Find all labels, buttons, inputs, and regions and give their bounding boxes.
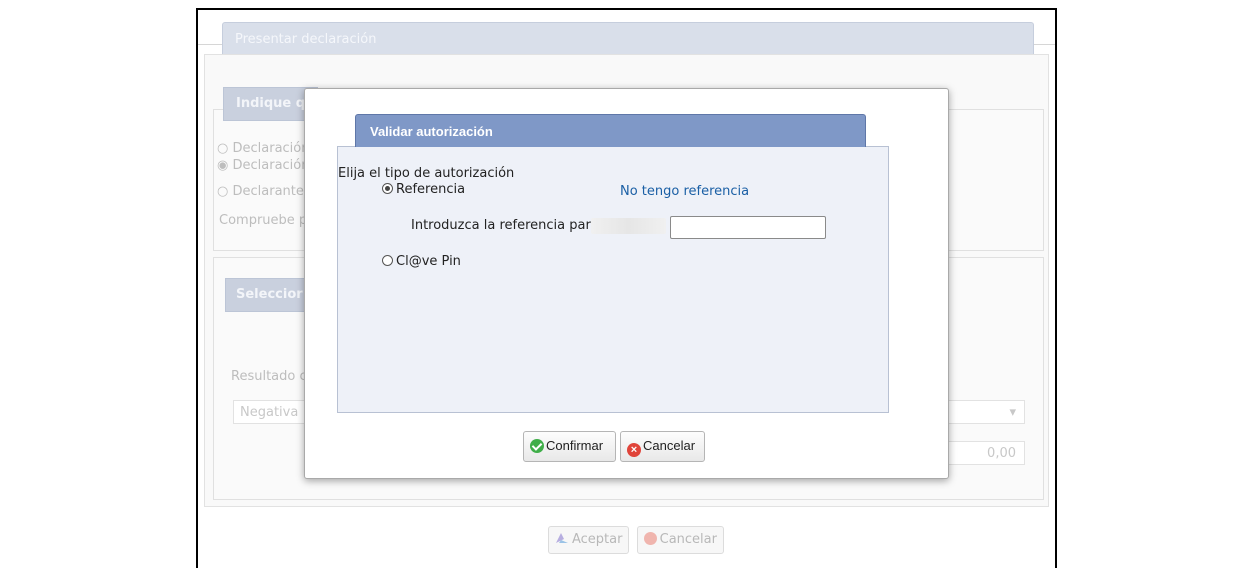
- radio-unselected-icon: [382, 255, 393, 266]
- radio-clave-pin-label: Cl@ve Pin: [396, 254, 461, 269]
- radio-referencia-label: Referencia: [396, 182, 466, 197]
- background-option-3-label: Declarante: [232, 184, 304, 199]
- check-icon: [530, 439, 544, 453]
- no-reference-link[interactable]: No tengo referencia: [620, 184, 749, 199]
- radio-selected-icon: [382, 183, 393, 194]
- confirm-button-label: Confirmar: [546, 438, 604, 453]
- cancel-icon: [643, 532, 657, 545]
- background-section1-title: Indique q: [236, 96, 306, 111]
- dialog-cancel-button[interactable]: × Cancelar: [620, 431, 705, 462]
- background-check-text: Compruebe pr: [219, 213, 313, 228]
- background-option-2-label: Declaración: [232, 158, 310, 173]
- background-footer-buttons: Aceptar Cancelar: [548, 526, 727, 554]
- dialog-cancel-button-label: Cancelar: [643, 438, 696, 453]
- nif-value-redacted: [591, 218, 666, 234]
- pen-icon: [556, 533, 568, 543]
- background-option-1-label: Declaración: [232, 141, 310, 156]
- close-icon: ×: [627, 443, 641, 457]
- background-amount-value: 0,00: [987, 446, 1016, 461]
- background-amount-field[interactable]: 0,00: [947, 441, 1025, 465]
- dialog-title-bar: Validar autorización: [355, 114, 866, 147]
- chevron-down-icon: ▾: [1009, 405, 1016, 420]
- background-cancel-button[interactable]: Cancelar: [636, 526, 724, 554]
- background-result-label: Resultado c: [231, 369, 307, 384]
- background-accept-button[interactable]: Aceptar: [548, 526, 630, 554]
- background-window-title: Presentar declaración: [222, 22, 1034, 56]
- reference-input[interactable]: [670, 216, 826, 239]
- background-option-3[interactable]: ○ Declarante: [217, 184, 304, 199]
- background-dropdown[interactable]: ▾: [947, 400, 1025, 424]
- background-option-2[interactable]: ◉ Declaración: [217, 158, 309, 173]
- authorization-dialog: Validar autorización Elija el tipo de au…: [304, 88, 949, 479]
- background-option-1[interactable]: ○ Declaración: [217, 141, 309, 156]
- dialog-title: Validar autorización: [370, 124, 493, 139]
- background-result-select-value: Negativa: [240, 405, 299, 420]
- background-section2-title: Seleccior: [236, 287, 303, 302]
- confirm-button[interactable]: Confirmar: [523, 431, 616, 462]
- radio-referencia[interactable]: Referencia: [382, 182, 465, 197]
- background-accept-label: Aceptar: [572, 532, 623, 547]
- background-title-text: Presentar declaración: [235, 32, 377, 47]
- background-cancel-label: Cancelar: [659, 532, 717, 547]
- authorization-type-prompt: Elija el tipo de autorización: [338, 166, 515, 181]
- radio-clave-pin[interactable]: Cl@ve Pin: [382, 254, 461, 269]
